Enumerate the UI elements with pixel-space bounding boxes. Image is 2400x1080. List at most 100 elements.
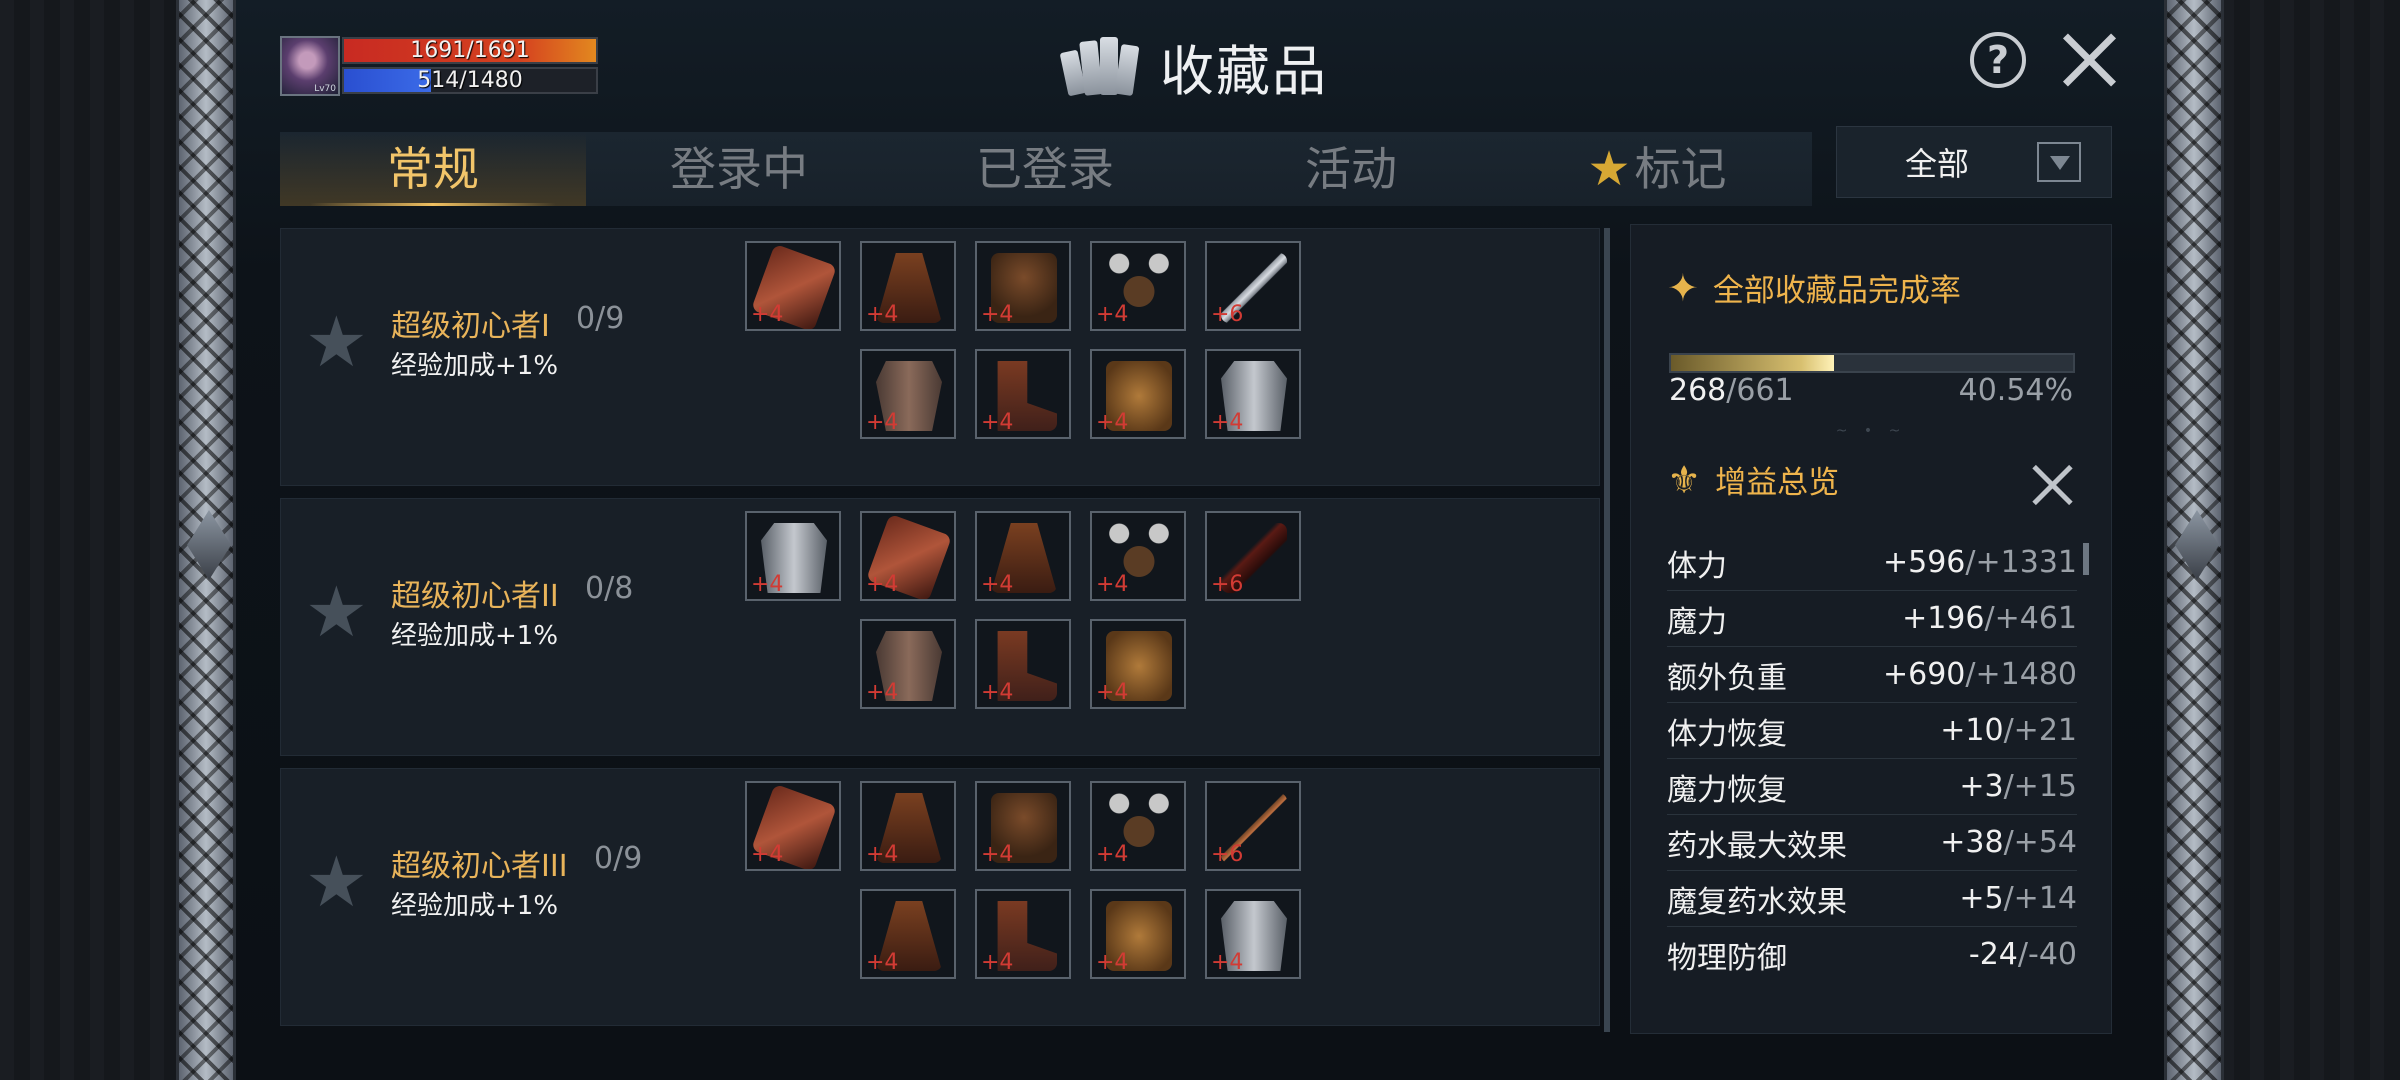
item-slot-armor[interactable]: +4 [860,349,956,439]
item-slot-armor[interactable]: +4 [860,619,956,709]
item-slot-cape[interactable]: +4 [860,781,956,871]
collection-name: 超级初心者III [391,849,568,884]
chevron-down-icon[interactable] [2037,142,2081,182]
collection-list[interactable]: ★ 超级初心者I 0/9 经验加成+1% +4 +4 +4 +4 +6 +4 +4 +4 +4 ★ 超级初心… [280,228,1602,1032]
stone-wall-right [2220,0,2400,1080]
collection-name: 超级初心者I [391,309,550,344]
collection-bonus: 经验加成+1% [391,351,559,381]
buff-header: ⚜ 增益总览 [1667,457,1839,502]
enchant-level: +4 [981,950,1014,975]
item-slot-horn[interactable]: +4 [1090,511,1186,601]
tab-registered[interactable]: 已登录 [892,132,1198,206]
item-slot-horn[interactable]: +4 [1090,241,1186,331]
item-slot-feather[interactable]: +6 [1205,511,1301,601]
item-slot-jacket[interactable]: +4 [1205,349,1301,439]
enchant-level: +4 [866,302,899,327]
collection-row[interactable]: ★ 超级初心者III 0/9 经验加成+1% +4 +4 +4 +4 +6 +4 +4 +4 +4 [280,768,1600,1026]
hp-text: 1691/1691 [410,38,530,63]
stone-wall-left [0,0,180,1080]
item-slot-boots[interactable]: +4 [975,619,1071,709]
stat-list-scrollbar[interactable] [2083,543,2089,575]
item-slot-helm[interactable]: +4 [975,781,1071,871]
buff-panel-close-button[interactable] [2031,463,2075,507]
item-slot-glove[interactable]: +4 [745,781,841,871]
completion-progress-bar [1669,353,2075,373]
question-icon: ? [1986,38,2010,82]
item-slot-belt[interactable]: +4 [1090,349,1186,439]
tab-marked[interactable]: ★标记 [1504,132,1810,206]
stat-row: 魔力 +196/+461 [1667,591,2077,647]
enchant-level: +4 [1211,410,1244,435]
filter-value: 全部 [1904,145,1969,183]
hp-bar: 1691/1691 [342,37,598,64]
enchant-level: +6 [1211,302,1244,327]
enchant-level: +4 [1096,680,1129,705]
enchant-level: +4 [1096,950,1129,975]
enchant-level: +4 [866,572,899,597]
tab-general[interactable]: 常规 [280,132,586,206]
favorite-star-icon[interactable]: ★ [305,571,368,653]
item-slot-belt[interactable]: +4 [1090,619,1186,709]
help-button[interactable]: ? [1970,32,2026,88]
list-scrollbar[interactable] [1604,228,1610,1032]
completion-fill [1671,355,1834,371]
favorite-star-icon[interactable]: ★ [305,301,368,383]
item-slot-glove[interactable]: +4 [860,511,956,601]
mp-text: 514/1480 [417,68,523,93]
stat-value: +5/+14 [1959,881,2077,916]
item-slot-belt[interactable]: +4 [1090,889,1186,979]
page-title: 收藏品 [1160,39,1328,103]
enchant-level: +4 [981,572,1014,597]
item-slot-boots[interactable]: +4 [975,889,1071,979]
item-slot-boots[interactable]: +4 [975,349,1071,439]
item-slot-helm[interactable]: +4 [975,241,1071,331]
stat-value: +10/+21 [1940,713,2077,748]
collection-bonus: 经验加成+1% [391,891,559,921]
enchant-level: +4 [1211,950,1244,975]
stat-label: 物理防御 [1667,940,1787,976]
tab-event[interactable]: 活动 [1198,132,1504,206]
collection-row[interactable]: ★ 超级初心者I 0/9 经验加成+1% +4 +4 +4 +4 +6 +4 +4 +4 +4 [280,228,1600,486]
border-gem [2175,510,2219,580]
stat-value: +38/+54 [1940,825,2077,860]
stat-row: 物理防御 -24/-40 [1667,927,2077,975]
item-slot-glove[interactable]: +4 [745,241,841,331]
summary-panel: ✦ 全部收藏品完成率 268/661 40.54% ~ • ~ ⚜ 增益总览 体… [1630,224,2112,1034]
enchant-level: +4 [1096,572,1129,597]
favorite-star-icon[interactable]: ★ [305,841,368,923]
enchant-level: +4 [981,410,1014,435]
enchant-level: +6 [1211,572,1244,597]
buff-stat-list[interactable]: 体力 +596/+1331 魔力 +196/+461 额外负重 +690/+1480 体力恢… [1667,535,2077,975]
item-slot-cape[interactable]: +4 [860,889,956,979]
fleur-de-lis-icon: ⚜ [1667,457,1702,502]
stat-row: 体力 +596/+1331 [1667,535,2077,591]
stat-value: +3/+15 [1959,769,2077,804]
stat-value: +196/+461 [1902,601,2077,636]
stat-label: 额外负重 [1667,660,1787,696]
tab-registering[interactable]: 登录中 [586,132,892,206]
collection-progress: 0/9 [594,841,643,876]
enchant-level: +4 [751,572,784,597]
item-slot-sword[interactable]: +6 [1205,241,1301,331]
avatar[interactable]: Lv70 [280,36,340,96]
stat-value: +690/+1480 [1883,657,2077,692]
close-button[interactable] [2058,28,2120,90]
item-slot-staff[interactable]: +6 [1205,781,1301,871]
enchant-level: +4 [981,842,1014,867]
item-slot-horn[interactable]: +4 [1090,781,1186,871]
collection-progress: 0/9 [576,301,625,336]
collection-row[interactable]: ★ 超级初心者II 0/8 经验加成+1% +4 +4 +4 +4 +6 +4 +4 +4 [280,498,1600,756]
stat-row: 额外负重 +690/+1480 [1667,647,2077,703]
filter-dropdown[interactable]: 全部 [1836,126,2112,198]
enchant-level: +4 [866,680,899,705]
stat-label: 体力恢复 [1667,716,1787,752]
item-slot-jacket[interactable]: +4 [745,511,841,601]
border-gem [187,510,231,580]
player-status: Lv70 1691/1691 514/1480 [280,36,600,96]
item-slot-jacket[interactable]: +4 [1205,889,1301,979]
enchant-level: +4 [981,680,1014,705]
stat-row: 药水最大效果 +38/+54 [1667,815,2077,871]
item-slot-cape[interactable]: +4 [860,241,956,331]
item-slot-cape[interactable]: +4 [975,511,1071,601]
enchant-level: +4 [866,950,899,975]
